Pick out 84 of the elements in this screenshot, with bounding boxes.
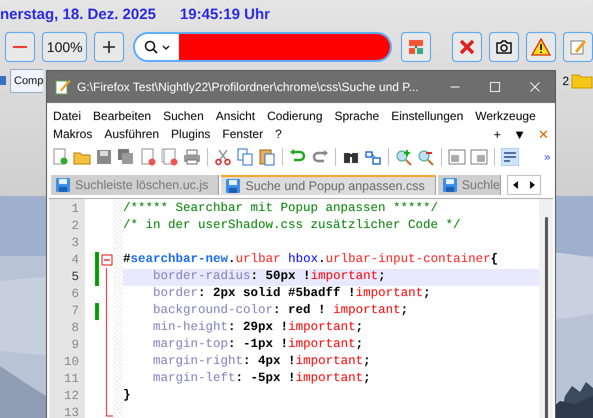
zoom-out-icon[interactable] [417, 148, 435, 166]
line-number: 13 [62, 405, 80, 418]
menu-control[interactable]: ▼ [513, 126, 526, 142]
close-button[interactable] [452, 32, 482, 62]
line-number: 10 [62, 354, 80, 371]
code-line: margin-left: -5px !important; [152, 371, 372, 387]
minus-icon [13, 45, 27, 49]
zoom-out-button[interactable] [5, 32, 35, 62]
close-all-icon[interactable] [161, 148, 179, 166]
notepad-icon [55, 79, 71, 95]
bookmark-label[interactable]: 2 [562, 74, 569, 88]
code-line: /* in der userShadow.css zusätzlicher Code */ [123, 218, 462, 234]
menu-item[interactable]: Ausführen [104, 127, 160, 141]
new-file-icon[interactable] [51, 148, 69, 166]
search-icon [144, 40, 158, 54]
menu-item[interactable]: ? [275, 127, 282, 141]
line-number: 6 [70, 286, 80, 303]
more-button[interactable]: » [544, 150, 551, 164]
collapse-icon[interactable] [101, 254, 113, 266]
line-number: 7 [70, 303, 80, 320]
line-number: 9 [70, 337, 80, 354]
save-all-icon[interactable] [117, 148, 135, 166]
line-number: 1 [70, 201, 80, 218]
line-number: 2 [70, 218, 80, 235]
save-icon [225, 178, 242, 194]
close-file-icon[interactable] [139, 148, 157, 166]
line-number: 8 [70, 320, 80, 337]
plus-icon [102, 40, 116, 54]
time-text: 19:45:19 Uhr [180, 6, 270, 22]
code-line: min-height: 29px !important; [152, 320, 364, 336]
menu-item[interactable]: Fenster [222, 127, 264, 141]
code-line: background-color: red ! important; [152, 303, 410, 319]
menu-item[interactable]: Plugins [171, 127, 210, 141]
menu-item[interactable]: Suchen [163, 109, 204, 123]
menu-control[interactable]: + [494, 126, 502, 142]
search-field[interactable] [133, 32, 392, 62]
save-icon[interactable] [95, 148, 113, 166]
code-line: margin-top: -1px !important; [152, 337, 364, 353]
menu-item[interactable]: Makros [53, 127, 92, 141]
window-title: G:\Firefox Test\Nightly22\Profilordner\chrome\css\Suche und P... [77, 80, 420, 94]
code-line: margin-right: 4px !important; [152, 354, 372, 370]
blocks-icon [406, 38, 425, 56]
menu-item[interactable]: Codierung [267, 109, 322, 123]
zoom-in-icon[interactable] [395, 148, 413, 166]
camera-icon [495, 39, 513, 55]
code-line: border: 2px solid #5badff !important; [152, 286, 432, 302]
close-icon [458, 38, 476, 56]
caret-icon [162, 44, 170, 50]
pencil-icon [569, 38, 587, 56]
warning-button[interactable] [526, 32, 556, 62]
paste-icon[interactable] [258, 148, 276, 166]
menu-item[interactable]: Bearbeiten [93, 109, 152, 123]
copy-icon[interactable] [236, 148, 254, 166]
line-number: 4 [70, 252, 80, 269]
line-number: 11 [62, 371, 80, 388]
save-icon [55, 177, 71, 193]
menu-item[interactable]: Sprache [334, 109, 380, 123]
menu-item[interactable]: Einstellungen [391, 109, 464, 123]
screenshot-button[interactable] [489, 32, 519, 62]
save-icon [442, 177, 458, 193]
code-line: #searchbar-new.urlbar hbox.urlbar-input-container{ [123, 252, 500, 268]
code-line: /***** Searchbar mit Popup anpassen *****/ [123, 201, 440, 217]
edit-button[interactable] [563, 32, 593, 62]
scissors-icon[interactable] [214, 148, 232, 166]
warning-icon [531, 38, 551, 56]
bookmark-item[interactable]: Comp [10, 69, 44, 93]
toolbar-button[interactable] [400, 32, 431, 62]
file-tab[interactable]: Suche und Popup anpassen.css [221, 175, 436, 195]
line-number: 12 [62, 388, 80, 405]
word-wrap-icon[interactable] [501, 148, 519, 166]
date-text: nerstag, 18. Dez. 2025 [0, 6, 156, 22]
menu-item[interactable]: Ansicht [216, 109, 256, 123]
menu-item[interactable]: Werkzeuge [475, 109, 536, 123]
window-icon[interactable] [448, 148, 466, 166]
menu-control[interactable]: ✕ [538, 126, 549, 142]
code-line: } [123, 388, 132, 404]
printer-icon[interactable] [183, 148, 201, 166]
zoom-in-button[interactable] [94, 32, 124, 62]
window-icon[interactable] [470, 148, 488, 166]
menu-item[interactable]: Datei [53, 109, 82, 123]
line-number: 3 [70, 235, 80, 252]
scrollbar[interactable] [539, 199, 553, 418]
line-number: 5 [70, 269, 80, 286]
zoom-level-button[interactable]: 100% [42, 32, 88, 62]
